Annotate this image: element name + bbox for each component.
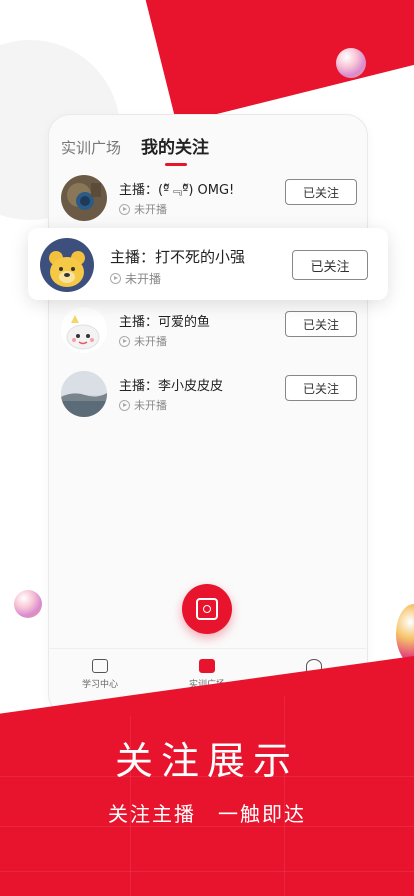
list-item[interactable]: 主播：(ºั﹃ºั) OMG! 未开播 已关注	[61, 175, 357, 227]
followed-button[interactable]: 已关注	[292, 250, 368, 280]
status-text: 未开播	[125, 272, 162, 286]
play-circle-icon	[110, 273, 121, 284]
grid-line	[284, 696, 285, 896]
decorative-ball	[336, 48, 366, 78]
followed-button[interactable]: 已关注	[285, 179, 357, 205]
camera-icon	[196, 598, 218, 620]
streamer-name: 主播：李小皮皮皮	[119, 379, 224, 394]
video-icon	[199, 659, 215, 673]
promo-subline: 关注主播 一触即达	[108, 802, 306, 826]
grid-line	[0, 871, 414, 872]
streamer-name: 主播：(ºั﹃ºั) OMG!	[119, 183, 235, 198]
decorative-ball	[14, 590, 42, 618]
status-text: 未开播	[134, 203, 167, 216]
active-tab-indicator	[165, 163, 188, 166]
live-status: 未开播	[119, 333, 167, 349]
tab-label: 我的关注	[141, 138, 210, 158]
tab-bar: 实训广场 我的关注	[61, 133, 210, 166]
live-status: 未开播	[110, 270, 161, 287]
avatar	[61, 175, 107, 221]
tab-my-follows[interactable]: 我的关注	[141, 133, 210, 166]
status-text: 未开播	[134, 335, 167, 348]
play-circle-icon	[119, 203, 130, 215]
nav-learning-center[interactable]: 学习中心	[70, 659, 130, 690]
followed-button[interactable]: 已关注	[285, 375, 357, 401]
avatar	[40, 238, 94, 292]
play-screen-icon	[92, 659, 108, 673]
play-circle-icon	[119, 399, 130, 411]
status-text: 未开播	[134, 399, 167, 412]
highlighted-list-item[interactable]: 主播：打不死的小强 未开播 已关注	[28, 228, 388, 300]
red-corner-decoration	[140, 0, 414, 125]
promo-headline: 关注展示	[114, 739, 299, 783]
followed-button[interactable]: 已关注	[285, 311, 357, 337]
avatar	[61, 307, 107, 353]
streamer-name: 主播：打不死的小强	[110, 248, 246, 266]
streamer-name: 主播：可爱的鱼	[119, 315, 211, 330]
live-status: 未开播	[119, 201, 167, 217]
nav-label: 学习中心	[81, 680, 118, 690]
decorative-ball	[396, 604, 414, 664]
avatar	[61, 371, 107, 417]
list-item[interactable]: 主播：李小皮皮皮 未开播 已关注	[61, 371, 357, 423]
tab-training-square[interactable]: 实训广场	[61, 137, 121, 158]
live-status: 未开播	[119, 397, 167, 413]
play-circle-icon	[119, 335, 130, 347]
camera-fab-button[interactable]	[182, 584, 232, 634]
list-item[interactable]: 主播：可爱的鱼 未开播 已关注	[61, 307, 357, 359]
